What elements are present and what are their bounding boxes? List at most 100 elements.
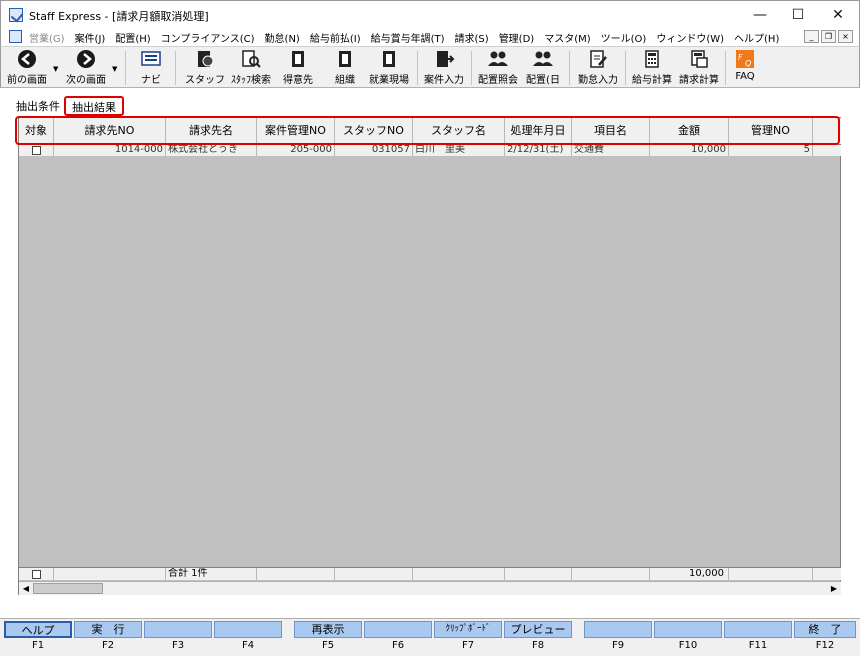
attendance-edit-icon: [590, 50, 607, 68]
navi-button[interactable]: ナビ: [133, 49, 169, 87]
maximize-button[interactable]: ☐: [779, 1, 817, 29]
worksite-button[interactable]: 就業現場: [367, 49, 411, 87]
prev-screen-button[interactable]: 前の画面: [5, 49, 49, 87]
billing-calc-button[interactable]: 請求計算: [677, 49, 721, 87]
staff-icon: [198, 51, 214, 67]
fkey-f11[interactable]: [724, 621, 792, 638]
assignment-day-button[interactable]: 配置(日: [523, 49, 563, 87]
horizontal-scrollbar[interactable]: ◀ ▶: [19, 581, 841, 595]
close-button[interactable]: ✕: [819, 1, 857, 29]
fkey-f4[interactable]: [214, 621, 282, 638]
scroll-left-icon[interactable]: ◀: [19, 582, 33, 595]
col-header-process-date[interactable]: 処理年月日: [505, 118, 572, 144]
next-screen-button[interactable]: 次の画面: [63, 49, 109, 87]
billing-no-cell: 1014-000: [54, 145, 166, 156]
attendance-entry-button[interactable]: 勤怠入力: [575, 49, 621, 87]
case-entry-button[interactable]: 案件入力: [421, 49, 467, 87]
arrow-left-icon: [18, 50, 36, 68]
tab-extraction-results[interactable]: 抽出結果: [64, 96, 124, 116]
function-key-bar: ヘルプ F1 実 行 F2 F3 F4 再表示 F5 F6 ｸﾘｯﾌﾟﾎﾞｰﾄﾞ…: [0, 618, 860, 656]
billing-name-cell: 株式会社とうき: [166, 145, 257, 156]
title-bar: Staff Express - [請求月額取消処理] — ☐ ✕: [0, 0, 860, 28]
tab-strip: 抽出条件 抽出結果: [12, 96, 124, 116]
col-header-staff-name[interactable]: スタッフ名: [413, 118, 505, 144]
scroll-right-icon[interactable]: ▶: [827, 582, 841, 595]
staff-search-button[interactable]: ｽﾀｯﾌ検索: [229, 49, 273, 87]
results-grid: 対象 請求先NO 請求先名 案件管理NO スタッフNO スタッフ名 処理年月日 …: [15, 116, 841, 595]
col-header-item-name[interactable]: 項目名: [572, 118, 650, 144]
fkey-f8-preview[interactable]: プレビュー: [504, 621, 572, 638]
menu-window[interactable]: ウィンドウ(W): [656, 30, 724, 45]
menu-billing[interactable]: 請求(S): [455, 30, 489, 45]
client-button[interactable]: 得意先: [279, 49, 317, 87]
staff-name-cell: 白川 里美: [413, 145, 505, 156]
footer-target-cell: [19, 568, 54, 580]
staff-button[interactable]: スタッフ: [185, 49, 225, 87]
col-header-staff-no[interactable]: スタッフNO: [335, 118, 413, 144]
tab-extraction-conditions[interactable]: 抽出条件: [12, 96, 64, 116]
menu-payroll[interactable]: 給与賞与年調(T): [371, 30, 445, 45]
next-dropdown-icon[interactable]: ▼: [112, 65, 117, 73]
payroll-calc-button[interactable]: 給与計算: [629, 49, 675, 87]
fkey-f6[interactable]: [364, 621, 432, 638]
menu-management[interactable]: 管理(D): [499, 30, 535, 45]
col-header-billing-name[interactable]: 請求先名: [166, 118, 257, 144]
prev-dropdown-icon[interactable]: ▼: [53, 65, 58, 73]
col-header-target[interactable]: 対象: [19, 118, 54, 144]
menu-help[interactable]: ヘルプ(H): [734, 30, 779, 45]
fkey-f3[interactable]: [144, 621, 212, 638]
fkey-f9[interactable]: [584, 621, 652, 638]
client-icon: [292, 51, 304, 67]
mgmt-no-cell: 5: [729, 145, 813, 156]
row-checkbox[interactable]: [32, 146, 41, 155]
assignment-inquiry-button[interactable]: 配置照会: [475, 49, 521, 87]
mdi-restore-button[interactable]: ❐: [821, 30, 836, 43]
organization-icon: [339, 51, 351, 67]
scroll-thumb[interactable]: [33, 583, 103, 594]
people-icon: [488, 51, 508, 66]
faq-button[interactable]: FQ FAQ: [731, 49, 759, 87]
staff-search-icon: [242, 50, 261, 68]
col-header-case-no[interactable]: 案件管理NO: [257, 118, 335, 144]
menu-advance-pay[interactable]: 給与前払(I): [310, 30, 361, 45]
col-header-amount[interactable]: 金額: [650, 118, 729, 144]
mdi-minimize-button[interactable]: _: [804, 30, 819, 43]
grid-header: 対象 請求先NO 請求先名 案件管理NO スタッフNO スタッフ名 処理年月日 …: [19, 118, 841, 145]
menu-master[interactable]: マスタ(M): [544, 30, 590, 45]
col-header-billing-no[interactable]: 請求先NO: [54, 118, 166, 144]
system-menu-icon[interactable]: [9, 30, 22, 43]
menu-assignment[interactable]: 配置(H): [115, 30, 150, 45]
item-name-cell: 交通費: [572, 145, 650, 156]
fkey-f1-help[interactable]: ヘルプ: [4, 621, 72, 638]
select-all-checkbox[interactable]: [32, 570, 41, 579]
people-icon: [533, 51, 553, 66]
table-row[interactable]: 1014-000 株式会社とうき 205-000 031057 白川 里美 2/…: [19, 145, 841, 156]
window-title: Staff Express - [請求月額取消処理]: [29, 10, 209, 23]
col-header-filler: [813, 118, 841, 144]
fkey-f12-exit[interactable]: 終 了: [794, 621, 856, 638]
row-target-cell: [19, 145, 54, 156]
amount-cell: 10,000: [650, 145, 729, 156]
total-amount: 10,000: [650, 568, 729, 580]
billing-calculator-icon: [691, 50, 708, 68]
menu-sales[interactable]: 営業(G): [29, 30, 65, 45]
mdi-close-button[interactable]: ×: [838, 30, 853, 43]
minimize-button[interactable]: —: [741, 1, 779, 29]
fkey-f5-refresh[interactable]: 再表示: [294, 621, 362, 638]
menu-attendance[interactable]: 勤怠(N): [265, 30, 300, 45]
case-entry-icon: [437, 51, 455, 67]
svg-text:Q: Q: [745, 59, 751, 68]
fkey-f10[interactable]: [654, 621, 722, 638]
process-date-cell: 2/12/31(土): [505, 145, 572, 156]
fkey-f2-execute[interactable]: 実 行: [74, 621, 142, 638]
fkey-f7-clipboard[interactable]: ｸﾘｯﾌﾟﾎﾞｰﾄﾞ: [434, 621, 502, 638]
staff-no-cell: 031057: [335, 145, 413, 156]
faq-icon: FQ: [736, 50, 754, 68]
menu-tools[interactable]: ツール(O): [601, 30, 647, 45]
organization-button[interactable]: 組織: [327, 49, 363, 87]
navi-icon: [141, 51, 161, 66]
menu-case[interactable]: 案件(J): [75, 30, 106, 45]
toolbar: 前の画面 ▼ 次の画面 ▼ ナビ スタッフ ｽﾀｯﾌ検索 得意先 組織 就業現場…: [0, 46, 860, 88]
menu-compliance[interactable]: コンプライアンス(C): [161, 30, 255, 45]
col-header-mgmt-no[interactable]: 管理NO: [729, 118, 813, 144]
